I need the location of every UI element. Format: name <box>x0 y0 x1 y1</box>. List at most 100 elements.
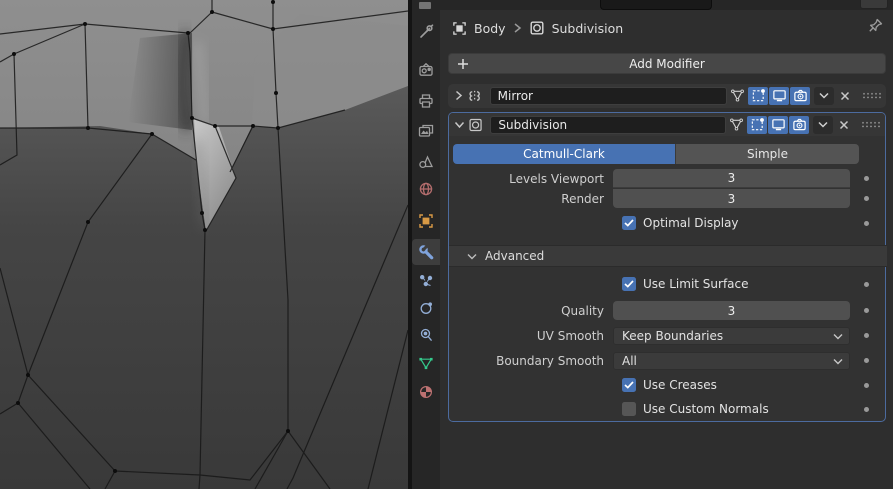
object-properties-icon <box>419 214 433 228</box>
algorithm-option-simple[interactable]: Simple <box>676 144 859 164</box>
tab-constraints[interactable] <box>412 322 440 348</box>
pin-icon <box>869 18 883 32</box>
decorator-dot[interactable] <box>864 383 869 388</box>
use-custom-normals-checkbox[interactable] <box>622 402 636 416</box>
plus-icon <box>458 59 468 69</box>
use-creases-checkbox-row[interactable]: Use Creases <box>622 378 717 392</box>
show-in-edit-mode-button[interactable] <box>747 115 767 134</box>
close-icon <box>839 120 849 129</box>
object-constraints-icon <box>420 328 432 341</box>
drag-handle[interactable] <box>861 121 881 128</box>
chevron-down-icon <box>833 358 843 364</box>
tab-physics[interactable] <box>412 295 440 321</box>
properties-tab-column <box>412 10 440 489</box>
tab-scene[interactable] <box>412 149 440 175</box>
levels-viewport-field[interactable]: 3 <box>613 169 850 188</box>
editor-type-icon[interactable] <box>419 2 431 9</box>
decorator-dot[interactable] <box>864 176 869 181</box>
expand-chevron-right-icon[interactable] <box>452 90 465 101</box>
tab-object-data[interactable] <box>412 350 440 376</box>
subdivision-modifier-icon <box>530 21 544 35</box>
decorator-dot[interactable] <box>864 282 869 287</box>
tool-icon <box>420 24 434 38</box>
optimal-display-checkbox-row[interactable]: Optimal Display <box>622 216 739 230</box>
modifier-name-field[interactable] <box>490 115 726 134</box>
tab-particles[interactable] <box>412 268 440 294</box>
show-on-cage-button[interactable] <box>726 116 746 134</box>
check-icon <box>624 280 634 288</box>
tab-view-layer[interactable] <box>412 118 440 144</box>
tab-object[interactable] <box>412 208 440 234</box>
collapse-chevron-down-icon[interactable] <box>453 121 466 129</box>
filter-options-button[interactable] <box>860 0 888 9</box>
show-in-render-button[interactable] <box>790 86 810 105</box>
modifier-wrench-icon <box>418 244 433 259</box>
search-input[interactable] <box>600 0 712 10</box>
boundary-smooth-dropdown[interactable]: All <box>613 352 850 370</box>
tab-modifiers[interactable] <box>412 239 440 265</box>
breadcrumb-modifier-name[interactable]: Subdivision <box>552 21 624 36</box>
quality-label: Quality <box>561 303 604 318</box>
on-cage-icon <box>730 89 744 102</box>
modifier-extras-button[interactable] <box>814 86 834 105</box>
use-limit-surface-label: Use Limit Surface <box>643 277 749 291</box>
render-levels-field[interactable]: 3 <box>613 189 850 208</box>
edit-mode-icon <box>752 89 765 102</box>
breadcrumb-object-name[interactable]: Body <box>474 21 506 36</box>
pin-button[interactable] <box>867 17 884 34</box>
boundary-smooth-label: Boundary Smooth <box>496 354 604 368</box>
editor-header-partial <box>412 0 893 10</box>
decorator-dot[interactable] <box>864 358 869 363</box>
optimal-display-checkbox[interactable] <box>622 216 636 230</box>
decorator-dot[interactable] <box>864 221 869 226</box>
modifier-name-field[interactable] <box>489 86 727 105</box>
drag-handle[interactable] <box>862 92 882 99</box>
tab-world[interactable] <box>412 176 440 202</box>
render-label: Render <box>561 191 604 206</box>
quality-field[interactable]: 3 <box>613 301 850 320</box>
show-in-render-button[interactable] <box>789 115 809 134</box>
modifier-panel-mirror <box>448 84 886 108</box>
decorator-dot[interactable] <box>864 196 869 201</box>
tab-material[interactable] <box>412 379 440 405</box>
subdivision-modifier-icon <box>469 118 482 131</box>
decorator-dot[interactable] <box>864 333 869 338</box>
show-in-edit-mode-button[interactable] <box>748 86 768 105</box>
show-in-viewport-button[interactable] <box>769 86 789 105</box>
chevron-down-icon <box>833 333 843 339</box>
uv-smooth-dropdown[interactable]: Keep Boundaries <box>613 327 850 345</box>
breadcrumb: Body Subdivision <box>452 16 623 40</box>
use-creases-checkbox[interactable] <box>622 378 636 392</box>
levels-viewport-label: Levels Viewport <box>509 171 604 186</box>
use-limit-surface-checkbox[interactable] <box>622 277 636 291</box>
tab-render[interactable] <box>412 57 440 83</box>
object-data-icon <box>453 21 466 35</box>
use-limit-surface-checkbox-row[interactable]: Use Limit Surface <box>622 277 749 291</box>
chevron-down-icon <box>818 121 828 128</box>
use-creases-label: Use Creases <box>643 378 717 392</box>
use-custom-normals-checkbox-row[interactable]: Use Custom Normals <box>622 402 769 416</box>
scene-properties-icon <box>419 155 434 169</box>
delete-modifier-button[interactable] <box>835 87 855 105</box>
subdivision-algorithm-segmented: Catmull-Clark Simple <box>453 144 859 164</box>
world-properties-icon <box>419 182 433 196</box>
3d-viewport[interactable] <box>0 0 408 489</box>
modifier-extras-button[interactable] <box>813 115 833 134</box>
advanced-subpanel-header[interactable]: Advanced <box>449 245 887 267</box>
uv-smooth-label: UV Smooth <box>536 329 604 343</box>
algorithm-option-catmull-clark[interactable]: Catmull-Clark <box>453 144 676 164</box>
boundary-smooth-value: All <box>622 354 637 368</box>
add-modifier-button[interactable]: Add Modifier <box>448 53 886 74</box>
show-in-viewport-button[interactable] <box>768 115 788 134</box>
decorator-dot[interactable] <box>864 308 869 313</box>
output-properties-icon <box>419 94 433 108</box>
object-data-properties-icon <box>419 357 433 370</box>
delete-modifier-button[interactable] <box>834 116 854 134</box>
decorator-dot[interactable] <box>864 407 869 412</box>
advanced-label: Advanced <box>485 249 545 263</box>
check-icon <box>624 219 634 227</box>
material-properties-icon <box>419 385 433 399</box>
show-on-cage-button[interactable] <box>727 87 747 105</box>
tab-tool[interactable] <box>412 19 440 45</box>
tab-output[interactable] <box>412 88 440 114</box>
